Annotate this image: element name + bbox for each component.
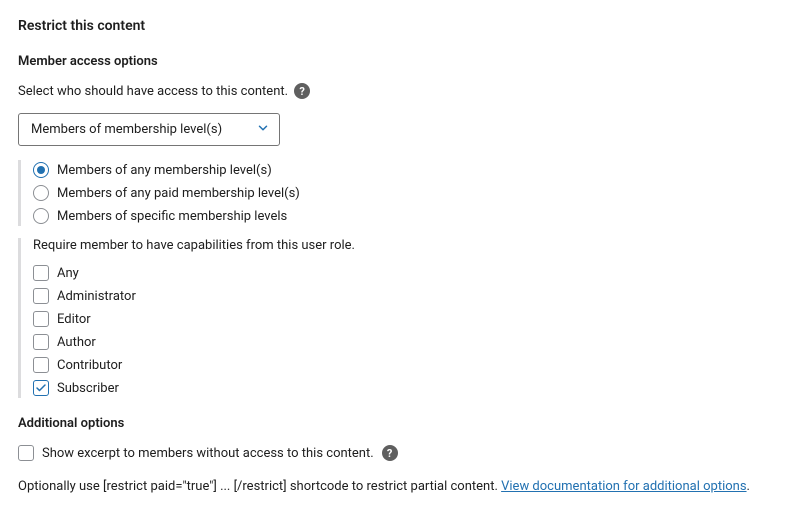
radio-specific-level[interactable] — [33, 208, 49, 224]
checkbox-label[interactable]: Editor — [57, 312, 91, 327]
role-heading: Require member to have capabilities from… — [33, 238, 784, 253]
access-level-select[interactable]: Members of membership level(s) — [18, 113, 280, 146]
checkbox-label[interactable]: Administrator — [57, 289, 136, 304]
checkbox-label[interactable]: Subscriber — [57, 381, 119, 396]
checkbox-role-contributor[interactable] — [33, 357, 49, 373]
help-icon[interactable]: ? — [294, 83, 310, 99]
select-value: Members of membership level(s) — [31, 122, 222, 137]
checkbox-label[interactable]: Any — [57, 266, 79, 281]
radio-paid-level[interactable] — [33, 185, 49, 201]
membership-radio-group: Members of any membership level(s) Membe… — [18, 160, 784, 226]
shortcode-suffix: . — [747, 479, 750, 494]
checkbox-show-excerpt[interactable] — [18, 445, 34, 461]
radio-label[interactable]: Members of any membership level(s) — [57, 163, 272, 178]
documentation-link[interactable]: View documentation for additional option… — [501, 479, 746, 494]
shortcode-hint: Optionally use [restrict paid="true"] ..… — [18, 479, 784, 494]
shortcode-prefix: Optionally use [restrict paid="true"] ..… — [18, 479, 501, 494]
checkbox-label[interactable]: Contributor — [57, 358, 122, 373]
checkbox-role-any[interactable] — [33, 265, 49, 281]
checkbox-role-administrator[interactable] — [33, 288, 49, 304]
checkbox-role-author[interactable] — [33, 334, 49, 350]
excerpt-label[interactable]: Show excerpt to members without access t… — [42, 446, 374, 461]
radio-label[interactable]: Members of any paid membership level(s) — [57, 186, 300, 201]
checkbox-role-editor[interactable] — [33, 311, 49, 327]
checkbox-role-subscriber[interactable] — [33, 380, 49, 396]
access-helper-text: Select who should have access to this co… — [18, 84, 288, 99]
radio-label[interactable]: Members of specific membership levels — [57, 209, 287, 224]
checkbox-label[interactable]: Author — [57, 335, 96, 350]
radio-any-level[interactable] — [33, 162, 49, 178]
page-title: Restrict this content — [18, 18, 784, 34]
additional-options-heading: Additional options — [18, 416, 784, 431]
member-access-heading: Member access options — [18, 54, 784, 69]
help-icon[interactable]: ? — [382, 445, 398, 461]
role-capabilities-block: Require member to have capabilities from… — [18, 238, 784, 398]
